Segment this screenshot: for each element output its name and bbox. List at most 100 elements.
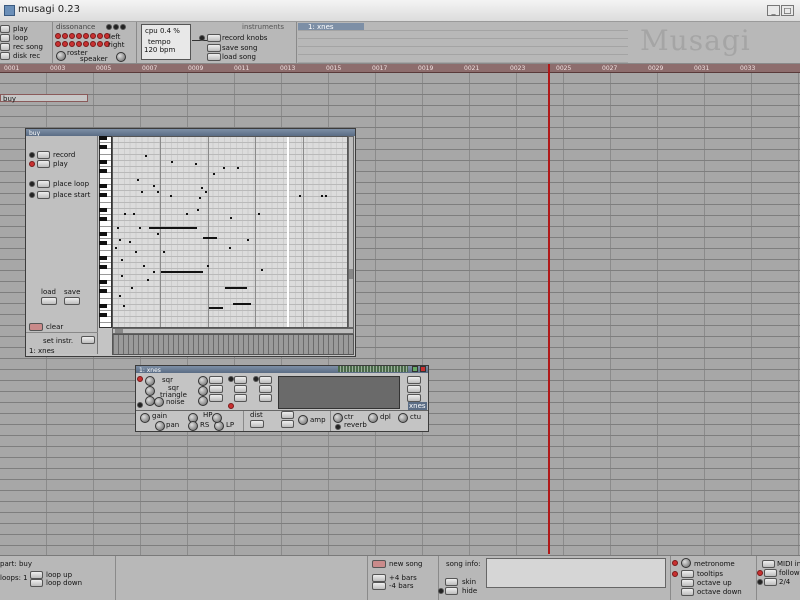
note[interactable] xyxy=(321,195,323,197)
dpl-knob[interactable] xyxy=(368,413,378,423)
bpm-readout[interactable]: 120 bpm xyxy=(144,46,175,54)
note[interactable] xyxy=(141,191,143,193)
clear-button[interactable] xyxy=(29,323,43,331)
note[interactable] xyxy=(131,287,133,289)
note[interactable] xyxy=(233,303,251,305)
note[interactable] xyxy=(199,197,201,199)
preset-button-3[interactable] xyxy=(407,394,421,402)
pr-hscroll-thumb[interactable] xyxy=(115,329,123,333)
note[interactable] xyxy=(299,195,301,197)
note[interactable] xyxy=(237,167,239,169)
note[interactable] xyxy=(157,233,159,235)
waveform-display[interactable] xyxy=(278,376,400,409)
note[interactable] xyxy=(121,259,123,261)
note[interactable] xyxy=(117,227,119,229)
note[interactable] xyxy=(229,247,231,249)
note[interactable] xyxy=(119,295,121,297)
preset-button-1[interactable] xyxy=(407,376,421,384)
wave-button-3[interactable] xyxy=(209,394,223,402)
set-instr-button[interactable] xyxy=(81,336,95,344)
pr-save-button[interactable] xyxy=(64,297,80,305)
detune-knob-2[interactable] xyxy=(198,386,208,396)
pan-knob[interactable] xyxy=(155,421,165,431)
sqr1-knob[interactable] xyxy=(145,376,155,386)
hide-button[interactable] xyxy=(445,587,458,595)
note[interactable] xyxy=(203,237,217,239)
wave-select-4[interactable] xyxy=(259,376,272,384)
note[interactable] xyxy=(129,241,131,243)
pr-vertical-scrollbar[interactable] xyxy=(348,136,354,328)
note[interactable] xyxy=(137,179,139,181)
note[interactable] xyxy=(325,195,327,197)
note[interactable] xyxy=(213,173,215,175)
note[interactable] xyxy=(149,227,197,229)
midi-in-button[interactable] xyxy=(762,560,775,568)
gain-knob[interactable] xyxy=(140,413,150,423)
pr-record-button[interactable] xyxy=(37,151,50,159)
hp-knob[interactable] xyxy=(212,413,222,423)
note[interactable] xyxy=(124,213,126,215)
wave-select-1[interactable] xyxy=(234,376,247,384)
playhead[interactable] xyxy=(548,64,550,554)
note[interactable] xyxy=(119,239,121,241)
disk-rec-toggle[interactable] xyxy=(0,52,10,60)
note[interactable] xyxy=(205,191,207,193)
amp-knob[interactable] xyxy=(298,415,308,425)
follow-button[interactable] xyxy=(764,569,777,577)
note[interactable] xyxy=(147,279,149,281)
minimize-button[interactable]: _ xyxy=(767,5,780,16)
pr-scroll-thumb[interactable] xyxy=(349,269,353,279)
note[interactable] xyxy=(247,239,249,241)
octave-down-button[interactable] xyxy=(681,588,694,596)
note[interactable] xyxy=(121,275,123,277)
song-part-block[interactable]: buy xyxy=(0,94,88,103)
loop-toggle[interactable] xyxy=(0,34,10,42)
wave-button-2[interactable] xyxy=(209,385,223,393)
note[interactable] xyxy=(153,271,155,273)
speaker-volume-knob[interactable] xyxy=(116,52,126,62)
note[interactable] xyxy=(145,155,147,157)
note[interactable] xyxy=(261,269,263,271)
fx-button[interactable] xyxy=(764,578,777,586)
note[interactable] xyxy=(143,265,145,267)
note[interactable] xyxy=(197,209,199,211)
note[interactable] xyxy=(207,265,209,267)
detune-knob-3[interactable] xyxy=(198,396,208,406)
ctu-knob[interactable] xyxy=(398,413,408,423)
note[interactable] xyxy=(157,191,159,193)
note[interactable] xyxy=(258,213,260,215)
velocity-lane[interactable] xyxy=(112,334,354,355)
note[interactable] xyxy=(201,187,203,189)
noise-knob[interactable] xyxy=(154,397,164,407)
sqr2-knob[interactable] xyxy=(145,386,155,396)
note[interactable] xyxy=(225,287,247,289)
note[interactable] xyxy=(135,251,137,253)
amp-mode-2[interactable] xyxy=(281,420,294,428)
save-song-button[interactable] xyxy=(207,44,221,52)
new-song-button[interactable] xyxy=(372,560,386,568)
wave-select-2[interactable] xyxy=(234,385,247,393)
dist-button[interactable] xyxy=(250,420,264,428)
ctr-knob[interactable] xyxy=(333,413,343,423)
note[interactable] xyxy=(139,227,141,229)
note[interactable] xyxy=(115,247,117,249)
skin-button[interactable] xyxy=(445,578,458,586)
preset-button-2[interactable] xyxy=(407,385,421,393)
note[interactable] xyxy=(170,195,172,197)
enable-toggle[interactable] xyxy=(412,366,418,372)
wave-select-6[interactable] xyxy=(259,394,272,402)
note[interactable] xyxy=(153,185,155,187)
wave-select-3[interactable] xyxy=(234,394,247,402)
detune-knob[interactable] xyxy=(198,376,208,386)
loop-up-button[interactable] xyxy=(30,571,43,579)
rec-song-toggle[interactable] xyxy=(0,43,10,51)
rs-knob[interactable] xyxy=(188,421,198,431)
record-knobs-button[interactable] xyxy=(207,34,221,42)
roster-volume-knob[interactable] xyxy=(56,51,66,61)
metronome-knob[interactable] xyxy=(681,558,691,568)
place-start-button[interactable] xyxy=(37,191,50,199)
note[interactable] xyxy=(133,213,135,215)
wave-select-5[interactable] xyxy=(259,385,272,393)
pr-load-button[interactable] xyxy=(41,297,57,305)
note[interactable] xyxy=(186,213,188,215)
